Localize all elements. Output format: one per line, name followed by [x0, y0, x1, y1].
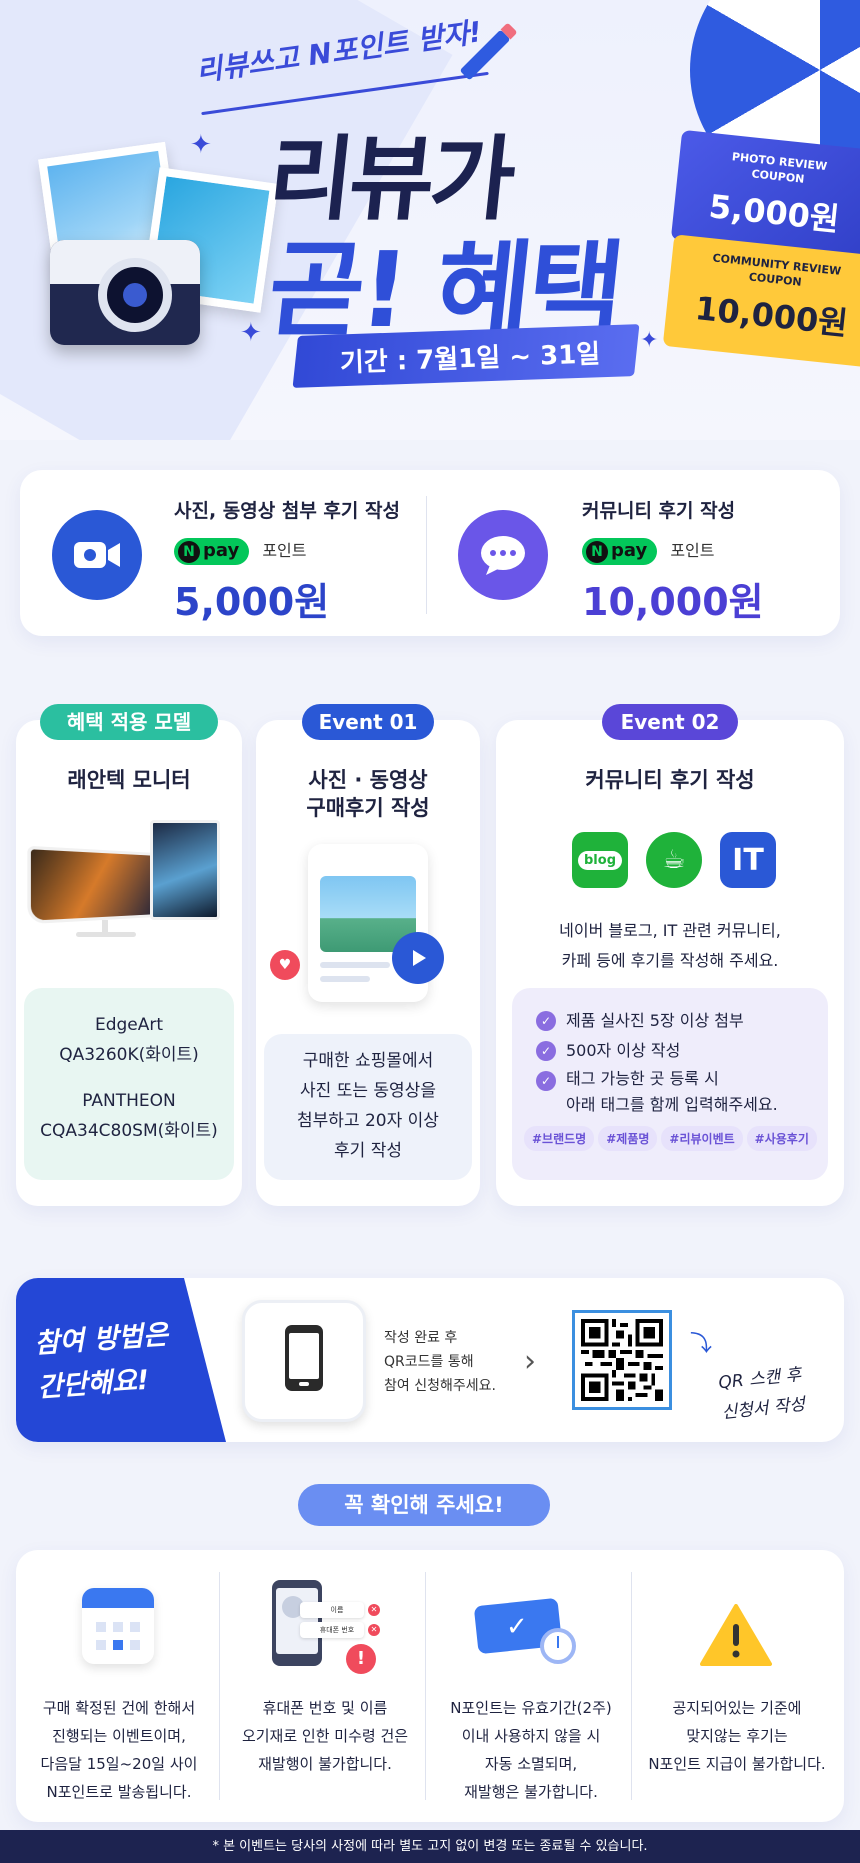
- hashtag: #사용후기: [746, 1126, 817, 1151]
- notice-text: 휴대폰 번호 및 이름 오기재로 인한 미수령 건은 재발행이 불가합니다.: [241, 1699, 409, 1773]
- community-apps: blog ☕ IT: [572, 832, 776, 888]
- event2-checklist: ✓ 제품 실사진 5장 이상 첨부 ✓ 500자 이상 작성 ✓ 태그 가능한 곳 등…: [512, 988, 828, 1180]
- check-item: ✓ 태그 가능한 곳 등록 시 아래 태그를 함께 입력해주세요.: [536, 1066, 828, 1118]
- ticket-clock-icon: ✓: [473, 1597, 576, 1664]
- event1-card: Event 01 사진 · 동영상 구매후기 작성 ♥ 구매한 쇼핑몰에서 사진…: [256, 704, 480, 1206]
- event1-desc-line: 후기 작성: [334, 1141, 402, 1161]
- check-item: ✓ 제품 실사진 5장 이상 첨부: [536, 1006, 828, 1036]
- event1-title-line: 사진 · 동영상: [308, 768, 428, 792]
- event1-desc-line: 사진 또는 동영상을: [300, 1081, 436, 1101]
- check-icon: ✓: [536, 1041, 556, 1061]
- notice-heading: 꼭 확인해 주세요!: [298, 1484, 550, 1526]
- model-name: QA3260K(화이트): [59, 1045, 199, 1065]
- phone-field: 휴대폰 번호: [300, 1622, 364, 1638]
- hashtag: #브랜드명: [524, 1126, 595, 1151]
- event1-pill: Event 01: [302, 704, 434, 740]
- how-to-description: 작성 완료 후 QR코드를 통해 참여 신청해주세요.: [384, 1326, 496, 1398]
- notice-text: 구매 확정된 건에 한해서 진행되는 이벤트이며, 다음달 15일~20일 사이 N포…: [40, 1699, 198, 1801]
- how-headline-line: 간단해요!: [36, 1364, 151, 1404]
- alert-icon: !: [346, 1644, 376, 1674]
- event2-pill: Event 02: [602, 704, 738, 740]
- event2-desc-line: 네이버 블로그, IT 관련 커뮤니티,: [559, 921, 781, 940]
- reward-community-text: 커뮤니티 후기 작성 Npay 포인트 10,000원: [582, 496, 822, 626]
- qr-code[interactable]: [572, 1310, 672, 1410]
- event1-desc-line: 구매한 쇼핑몰에서: [302, 1051, 434, 1071]
- phone-form-icon: 이름 휴대폰 번호 ✕ ✕ !: [272, 1580, 382, 1676]
- camera-icon: [50, 240, 200, 345]
- event1-title: 사진 · 동영상 구매후기 작성: [256, 766, 480, 822]
- video-camera-icon: [52, 510, 142, 600]
- chevron-right-icon: ›: [524, 1344, 536, 1379]
- event2-desc-line: 카페 등에 후기를 작성해 주세요.: [561, 951, 779, 970]
- notice-item-phone: 이름 휴대폰 번호 ✕ ✕ ! 휴대폰 번호 및 이름 오기재로 인한 미수령 건…: [222, 1550, 428, 1822]
- event1-desc-line: 첨부하고 20자 이상: [297, 1111, 439, 1131]
- event1-description: 구매한 쇼핑몰에서 사진 또는 동영상을 첨부하고 20자 이상 후기 작성: [264, 1034, 472, 1180]
- check-icon: ✓: [536, 1011, 556, 1031]
- how-to-headline: 참여 방법은 간단해요!: [33, 1313, 172, 1410]
- model-card: 혜택 적용 모델 래안텍 모니터 EdgeArt QA3260K(화이트) PA…: [16, 704, 242, 1206]
- event1-title-line: 구매후기 작성: [306, 796, 430, 820]
- tag-list: #브랜드명 #제품명 #리뷰이벤트 #사용후기: [524, 1126, 828, 1151]
- reward-title: 사진, 동영상 첨부 후기 작성: [174, 500, 400, 522]
- chat-bubble-icon: [458, 510, 548, 600]
- how-desc-line: QR코드를 통해: [384, 1354, 474, 1370]
- point-label: 포인트: [670, 541, 715, 560]
- sparkle-icon: ✦: [640, 328, 659, 353]
- model-list: EdgeArt QA3260K(화이트) PANTHEON CQA34C80SM…: [24, 988, 234, 1180]
- model-pill: 혜택 적용 모델: [40, 704, 218, 740]
- model-name: EdgeArt: [94, 1015, 164, 1035]
- sparkle-icon: ✦: [190, 130, 212, 160]
- error-icon: ✕: [368, 1624, 380, 1636]
- naver-blog-icon: blog: [572, 832, 628, 888]
- notice-text: N포인트는 유효기간(2주) 이내 사용하지 않을 시 자동 소멸되며, 재발행은 불…: [450, 1699, 612, 1801]
- point-label: 포인트: [262, 541, 307, 560]
- notice-item-confirmation: 구매 확정된 건에 한해서 진행되는 이벤트이며, 다음달 15일~20일 사이 N포…: [16, 1550, 222, 1822]
- curved-arrow-icon: ⤵: [690, 1332, 713, 1357]
- notice-item-criteria: 공지되어있는 기준에 맞지않는 후기는 N포인트 지급이 불가합니다.: [634, 1550, 840, 1822]
- hashtag: #제품명: [598, 1126, 658, 1151]
- how-desc-line: 작성 완료 후: [384, 1330, 458, 1346]
- qr-note: QR 스캔 후 신청서 작성: [717, 1360, 806, 1428]
- npay-badge: Npay: [582, 538, 658, 565]
- warning-icon: [700, 1604, 772, 1666]
- npay-badge: Npay: [174, 538, 250, 565]
- divider: [426, 496, 427, 614]
- naver-cafe-icon: ☕: [646, 832, 702, 888]
- reward-item-community: [458, 510, 548, 600]
- model-name: PANTHEON: [82, 1091, 176, 1111]
- reward-title: 커뮤니티 후기 작성: [582, 500, 736, 522]
- model-card-title: 래안텍 모니터: [67, 768, 191, 792]
- notice-text: 공지되어있는 기준에 맞지않는 후기는 N포인트 지급이 불가합니다.: [648, 1699, 826, 1773]
- model-name: CQA34C80SM(화이트): [40, 1121, 218, 1141]
- reward-photo-text: 사진, 동영상 첨부 후기 작성 Npay 포인트 5,000원: [174, 496, 414, 626]
- hashtag: #리뷰이벤트: [661, 1126, 743, 1151]
- smartphone-icon: [242, 1300, 366, 1422]
- calendar-icon: [82, 1588, 154, 1664]
- reward-amount: 10,000원: [582, 580, 764, 624]
- check-icon: ✓: [536, 1071, 556, 1091]
- sparkle-icon: ✦: [240, 318, 262, 348]
- how-headline-line: 참여 방법은: [33, 1319, 169, 1360]
- community-review-coupon: COMMUNITY REVIEW COUPON 10,000원: [662, 234, 860, 368]
- check-item: ✓ 500자 이상 작성: [536, 1036, 828, 1066]
- error-icon: ✕: [368, 1604, 380, 1616]
- event2-description: 네이버 블로그, IT 관련 커뮤니티, 카페 등에 후기를 작성해 주세요.: [496, 916, 844, 976]
- play-icon: [392, 932, 444, 984]
- heart-icon: ♥: [270, 950, 300, 980]
- notice-item-expiry: ✓ N포인트는 유효기간(2주) 이내 사용하지 않을 시 자동 소멸되며, 재발행은…: [428, 1550, 634, 1822]
- how-desc-line: 참여 신청해주세요.: [384, 1378, 496, 1394]
- footer-disclaimer: * 본 이벤트는 당사의 사정에 따라 별도 고지 없이 변경 또는 종료될 수…: [0, 1830, 860, 1863]
- name-field: 이름: [300, 1602, 364, 1618]
- reward-item-photo: [52, 510, 142, 600]
- event2-card: Event 02 커뮤니티 후기 작성 blog ☕ IT 네이버 블로그, I…: [496, 704, 844, 1206]
- it-community-icon: IT: [720, 832, 776, 888]
- event2-title: 커뮤니티 후기 작성: [585, 768, 755, 792]
- monitor-illustration: [27, 820, 226, 940]
- reward-amount: 5,000원: [174, 580, 330, 624]
